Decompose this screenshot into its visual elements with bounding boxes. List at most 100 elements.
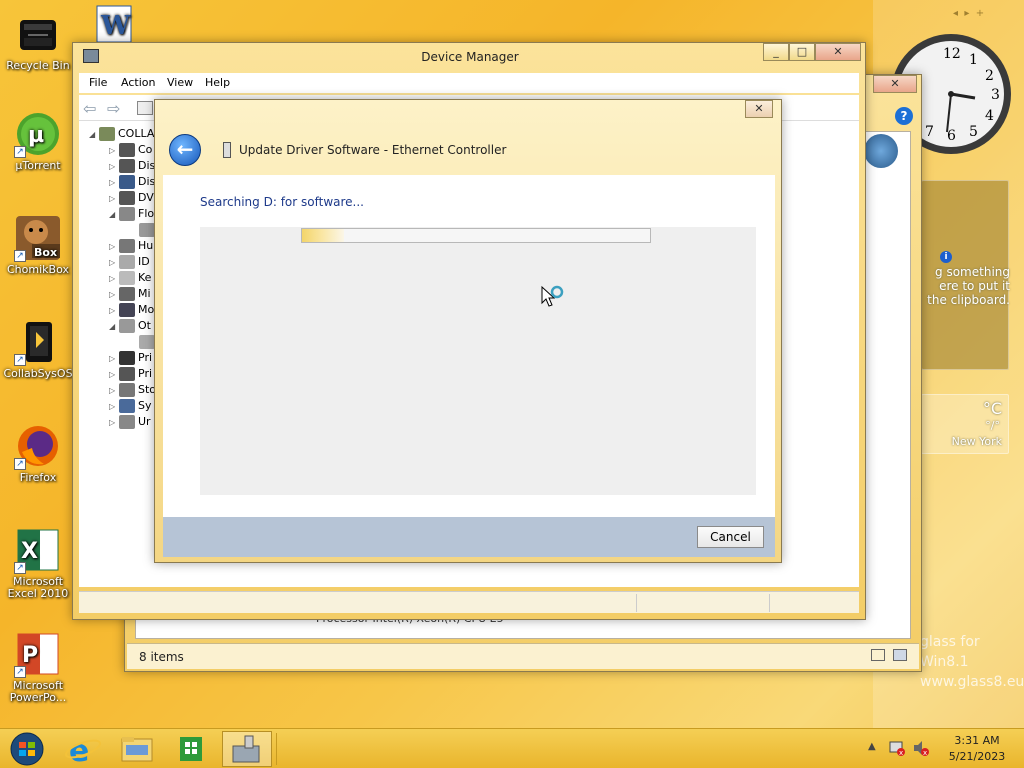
- device-icon: [119, 159, 135, 173]
- maximize-button[interactable]: □: [789, 43, 815, 61]
- desktop-icon-powerpoint[interactable]: P ↗ Microsoft PowerPo...: [0, 630, 76, 704]
- expand-arrow-icon[interactable]: ▷: [109, 418, 119, 427]
- tree-item[interactable]: ▷ Pri: [109, 367, 152, 383]
- tree-item[interactable]: ▷ Ke: [109, 271, 151, 287]
- progress-area: [200, 227, 756, 495]
- details-view-icon[interactable]: [871, 649, 885, 661]
- expand-arrow-icon[interactable]: ▷: [109, 290, 119, 299]
- clock-number-7: 7: [925, 124, 934, 140]
- expand-arrow-icon[interactable]: ▷: [109, 194, 119, 203]
- tree-item[interactable]: ▷ Co: [109, 143, 152, 159]
- large-icons-view-icon[interactable]: [893, 649, 907, 661]
- tree-item[interactable]: ▷ DV: [109, 191, 154, 207]
- device-icon: [119, 367, 135, 381]
- collapse-arrow-icon[interactable]: ◢: [89, 130, 99, 139]
- expand-arrow-icon[interactable]: ▷: [109, 386, 119, 395]
- tree-item[interactable]: ◢ Ot: [109, 319, 151, 335]
- device-icon: [119, 143, 135, 157]
- tree-item-label: Sy: [138, 399, 152, 412]
- show-hidden-icons-icon[interactable]: ▲: [868, 741, 876, 752]
- device-icon: [119, 415, 135, 429]
- expand-arrow-icon[interactable]: ▷: [109, 178, 119, 187]
- tree-item[interactable]: ▷ Mo: [109, 303, 154, 319]
- tree-item[interactable]: ▷ Dis: [109, 175, 155, 191]
- collapse-arrow-icon[interactable]: ◢: [109, 322, 119, 331]
- svg-text:X: X: [21, 539, 38, 564]
- clock-number-4: 4: [985, 108, 994, 124]
- device-icon: [119, 287, 135, 301]
- tree-item[interactable]: ▷ Sto: [109, 383, 156, 399]
- tree-item[interactable]: ▷ Mi: [109, 287, 151, 303]
- watermark: glass for Win8.1 www.glass8.eu: [920, 632, 1024, 692]
- start-button[interactable]: [4, 731, 50, 767]
- minimize-button[interactable]: _: [763, 43, 789, 61]
- clock-number-2: 2: [985, 68, 994, 84]
- chomikbox-icon: Box ↗: [14, 214, 62, 262]
- taskbar-device-manager[interactable]: [222, 731, 272, 767]
- taskbar-clock[interactable]: 3:31 AM 5/21/2023: [940, 733, 1014, 765]
- dialog-title: Update Driver Software - Ethernet Contro…: [239, 143, 507, 157]
- tree-item[interactable]: ◢ Flo: [109, 207, 154, 223]
- back-button-icon[interactable]: ←: [169, 134, 201, 166]
- tree-item[interactable]: ▷ Ur: [109, 415, 151, 431]
- update-driver-dialog[interactable]: ✕ ← Update Driver Software - Ethernet Co…: [154, 99, 782, 563]
- desktop-icon-recycle-bin[interactable]: Recycle Bin: [0, 10, 76, 72]
- expand-arrow-icon[interactable]: ▷: [109, 306, 119, 315]
- clock-number-12: 12: [943, 46, 961, 62]
- expand-arrow-icon[interactable]: ▷: [109, 242, 119, 251]
- tree-item[interactable]: ▷ Pri: [109, 351, 152, 367]
- menu-file[interactable]: File: [89, 76, 107, 89]
- device-icon: [119, 207, 135, 221]
- expand-arrow-icon[interactable]: ▷: [109, 146, 119, 155]
- desktop-icon-word[interactable]: W: [88, 4, 138, 46]
- weather-gadget[interactable]: °C °/° New York: [921, 394, 1009, 454]
- close-button[interactable]: ✕: [815, 43, 861, 61]
- volume-muted-icon[interactable]: x: [912, 739, 929, 757]
- taskbar-date: 5/21/2023: [948, 750, 1006, 763]
- clipboard-gadget[interactable]: i g something ere to put it the clipboar…: [921, 180, 1010, 370]
- expand-arrow-icon[interactable]: ▷: [109, 162, 119, 171]
- tree-item-label: Hu: [138, 239, 154, 252]
- network-error-icon[interactable]: x: [888, 739, 905, 757]
- explorer-close-button[interactable]: ✕: [873, 75, 917, 93]
- menu-action[interactable]: Action: [121, 76, 155, 89]
- expand-arrow-icon[interactable]: ▷: [109, 402, 119, 411]
- expand-arrow-icon[interactable]: ▷: [109, 370, 119, 379]
- tree-root[interactable]: ◢ COLLA: [89, 127, 154, 143]
- tree-item[interactable]: ▷ ID: [109, 255, 150, 271]
- taskbar-store[interactable]: [166, 731, 216, 767]
- tree-item[interactable]: ▷ Sy: [109, 399, 152, 415]
- desktop-icon-excel[interactable]: X ↗ Microsoft Excel 2010: [0, 526, 76, 600]
- device-icon: [119, 255, 135, 269]
- desktop-icon-chomikbox[interactable]: Box ↗ ChomikBox: [0, 214, 76, 276]
- dialog-close-button[interactable]: ✕: [745, 100, 773, 118]
- explorer-help-icon[interactable]: ?: [895, 107, 913, 125]
- cancel-button[interactable]: Cancel: [697, 526, 764, 548]
- device-icon: [119, 319, 135, 333]
- tree-item[interactable]: ▷ Hu: [109, 239, 153, 255]
- search-status: Searching D: for software...: [200, 195, 364, 209]
- menu-help[interactable]: Help: [205, 76, 230, 89]
- device-icon: [119, 351, 135, 365]
- desktop-icon-firefox[interactable]: ↗ Firefox: [0, 422, 76, 484]
- menu-view[interactable]: View: [167, 76, 193, 89]
- taskbar-ie[interactable]: e: [58, 731, 108, 768]
- collapse-arrow-icon[interactable]: ◢: [109, 210, 119, 219]
- tree-item-label: DV: [138, 191, 154, 204]
- back-arrow-icon[interactable]: ⇦: [83, 99, 96, 118]
- shortcut-arrow-icon: ↗: [14, 354, 26, 366]
- properties-icon[interactable]: [137, 101, 153, 115]
- desktop-icon-collabsysos[interactable]: ↗ CollabSysOS: [0, 318, 76, 380]
- expand-arrow-icon[interactable]: ▷: [109, 258, 119, 267]
- device-icon: [119, 239, 135, 253]
- desktop-icon-utorrent[interactable]: µ ↗ µTorrent: [0, 110, 76, 172]
- taskbar-file-explorer[interactable]: [112, 731, 162, 767]
- tree-item[interactable]: ▷ Dis: [109, 159, 155, 175]
- forward-arrow-icon[interactable]: ⇨: [107, 99, 120, 118]
- weather-city: New York: [951, 435, 1002, 448]
- expand-arrow-icon[interactable]: ▷: [109, 354, 119, 363]
- tree-item-label: Pri: [138, 367, 153, 380]
- progress-bar: [301, 228, 651, 243]
- busy-cursor-icon: [540, 285, 570, 318]
- expand-arrow-icon[interactable]: ▷: [109, 274, 119, 283]
